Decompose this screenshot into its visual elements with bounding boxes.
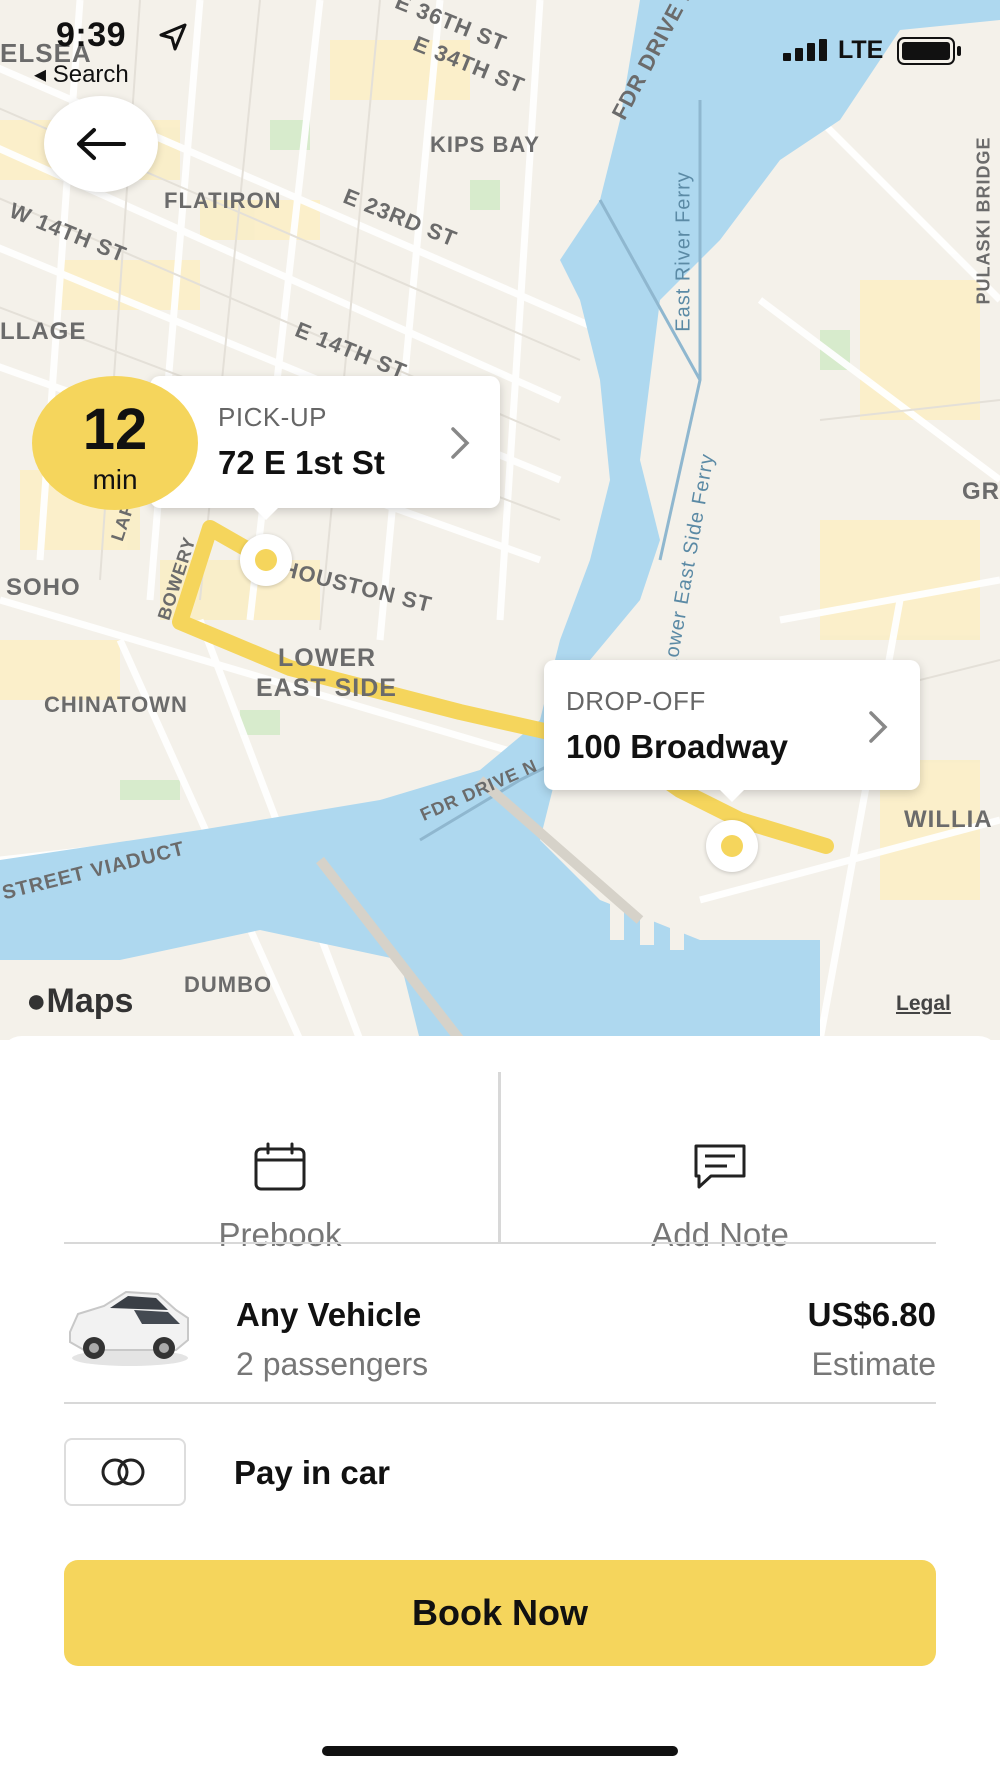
map-label: EAST SIDE: [256, 674, 397, 702]
map-label: KIPS BAY: [430, 132, 540, 157]
legal-link[interactable]: Legal: [896, 992, 951, 1016]
pickup-caption: PICK-UP: [218, 402, 327, 432]
vehicle-passengers: 2 passengers: [236, 1346, 429, 1382]
payment-label: Pay in car: [234, 1454, 390, 1491]
add-note-button[interactable]: Add Note: [500, 1086, 940, 1253]
map-label: LLAGE: [0, 318, 87, 345]
status-time: 9:39: [56, 16, 127, 54]
arrow-left-icon: [77, 128, 126, 160]
maps-attribution[interactable]: ●Maps: [26, 982, 133, 1021]
vehicle-selector[interactable]: Any Vehicle 2 passengers US$6.80 Estimat…: [64, 1254, 936, 1384]
fare-note: Estimate: [811, 1346, 936, 1382]
chevron-right-icon: [869, 711, 888, 743]
divider: [64, 1242, 936, 1244]
fare-price: US$6.80: [807, 1296, 936, 1333]
location-arrow-icon: [159, 23, 187, 51]
back-to-app-link[interactable]: ◂ Search: [34, 60, 129, 89]
message-icon: [694, 1144, 746, 1189]
back-button[interactable]: [44, 96, 158, 192]
prebook-label: Prebook: [218, 1216, 342, 1253]
map-label: GR: [962, 478, 1000, 505]
eta-unit: min: [92, 464, 138, 495]
pickup-callout[interactable]: PICK-UP 72 E 1st St: [150, 376, 500, 520]
payment-icon-box: [64, 1438, 186, 1506]
network-type: LTE: [838, 36, 884, 64]
booking-sheet: Prebook Add Note Any Vehicle 2 passenger…: [0, 1036, 1000, 1778]
pickup-address: 72 E 1st St: [218, 444, 385, 481]
divider: [64, 1402, 936, 1404]
apple-logo-icon: ●: [26, 982, 47, 1020]
battery-icon: [897, 37, 961, 65]
dropoff-address: 100 Broadway: [566, 728, 788, 765]
map-view[interactable]: ELSEA E 36TH ST E 34TH ST FDR DRIVE N KI…: [0, 0, 1000, 1040]
map-label: East River Ferry: [672, 171, 695, 332]
payment-selector[interactable]: Pay in car: [64, 1434, 936, 1514]
map-label: DUMBO: [184, 972, 273, 997]
map-label: PULASKI BRIDGE: [973, 136, 994, 305]
map-label: FLATIRON: [164, 188, 282, 213]
pickup-pin[interactable]: [240, 534, 292, 586]
chevron-right-icon: [451, 427, 470, 459]
prebook-button[interactable]: Prebook: [60, 1086, 500, 1253]
dropoff-callout[interactable]: DROP-OFF 100 Broadway: [544, 660, 920, 802]
book-now-button[interactable]: Book Now: [64, 1560, 936, 1666]
calendar-icon: [254, 1142, 306, 1191]
cash-icon: [101, 1458, 145, 1486]
map-label: CHINATOWN: [44, 692, 188, 717]
car-icon: [69, 1290, 189, 1366]
home-indicator[interactable]: [322, 1746, 678, 1756]
signal-icon: [783, 39, 827, 61]
map-label: WILLIA: [904, 806, 993, 833]
eta-value: 12: [82, 397, 148, 462]
add-note-label: Add Note: [651, 1216, 789, 1253]
maps-attribution-label: Maps: [46, 982, 134, 1020]
dropoff-caption: DROP-OFF: [566, 686, 706, 716]
dropoff-pin[interactable]: [706, 820, 758, 872]
status-bar: 9:39 ◂ Search LTE: [0, 0, 1000, 90]
map-label: LOWER: [278, 644, 377, 672]
vehicle-name: Any Vehicle: [236, 1296, 422, 1333]
eta-badge: 12 min: [32, 376, 198, 510]
map-label: SOHO: [6, 574, 81, 601]
